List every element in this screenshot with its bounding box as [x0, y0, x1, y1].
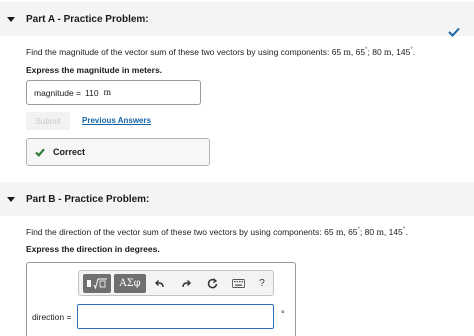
part-a-header[interactable]: Part A - Practice Problem: [0, 2, 474, 36]
greek-symbols-button[interactable]: ΑΣφ [114, 274, 146, 293]
math-answer-editor: ΑΣφ ? direction = ° [26, 262, 296, 336]
period: . [405, 227, 408, 237]
magnitude-label: magnitude = [34, 87, 82, 98]
redo-icon [182, 279, 191, 287]
feedback-text: Correct [53, 147, 86, 157]
part-b-header[interactable]: Part B - Practice Problem: [0, 182, 474, 216]
undo-button[interactable] [151, 274, 169, 293]
direction-label: direction = [32, 312, 72, 322]
reset-button[interactable] [203, 274, 221, 293]
magnitude-value: 110 [85, 87, 99, 98]
templates-button[interactable] [83, 274, 111, 293]
previous-answers-link[interactable]: Previous Answers [82, 116, 151, 125]
submit-button[interactable]: Submit [26, 112, 70, 130]
completed-check-icon [448, 27, 460, 37]
correct-feedback: Correct [26, 138, 210, 166]
redo-button[interactable] [177, 274, 195, 293]
angle-2: , 145 [383, 227, 403, 237]
direction-unit: ° [281, 309, 285, 319]
part-b-instruction: Express the direction in degrees. [26, 244, 160, 254]
part-a-title: Part A - Practice Problem: [26, 13, 149, 25]
question-text: Find the direction of the vector sum of … [26, 227, 336, 237]
undo-icon [155, 279, 164, 287]
math-toolbar: ΑΣφ ? [78, 270, 274, 296]
keyboard-shortcuts-button[interactable] [229, 274, 247, 293]
keyboard-icon [231, 279, 245, 288]
template-fraction-root-icon [87, 278, 107, 290]
part-a-question: Find the magnitude of the vector sum of … [26, 47, 415, 58]
separator: ; 80 [367, 47, 385, 57]
part-a-instruction: Express the magnitude in meters. [26, 65, 163, 75]
angle-1: , 65 [343, 227, 358, 237]
unit-m: m [376, 228, 384, 238]
magnitude-answer-field[interactable]: magnitude = 110 m [26, 80, 201, 105]
angle-1: , 65 [350, 47, 366, 57]
collapse-caret-icon[interactable] [7, 196, 15, 202]
check-icon [35, 147, 45, 157]
reset-icon [207, 278, 217, 289]
help-button[interactable]: ? [253, 274, 271, 293]
direction-input[interactable] [77, 304, 274, 329]
question-text: Find the magnitude of the vector sum of … [26, 47, 344, 57]
unit-m: m [343, 48, 351, 58]
period: . [412, 47, 416, 57]
separator: ; 80 [359, 227, 377, 237]
part-b-title: Part B - Practice Problem: [26, 193, 150, 205]
magnitude-unit: m [103, 87, 111, 98]
collapse-caret-icon[interactable] [7, 16, 15, 22]
part-b-question: Find the direction of the vector sum of … [26, 227, 408, 238]
angle-2: , 145 [391, 47, 411, 57]
